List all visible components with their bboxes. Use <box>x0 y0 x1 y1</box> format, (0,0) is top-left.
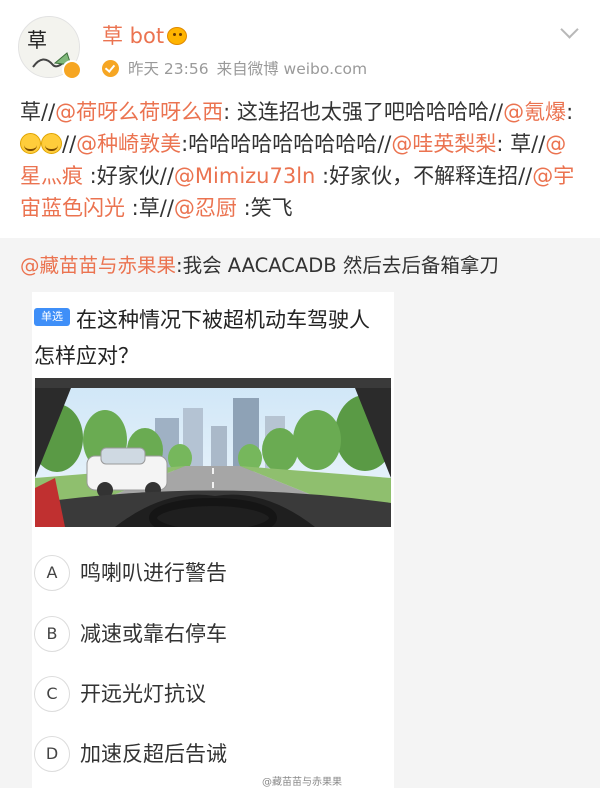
repost-text: @藏苗苗与赤果果:我会 AACACADB 然后去后备箱拿刀 <box>20 252 580 280</box>
user-mention[interactable]: @荷呀么荷呀么西 <box>55 100 223 124</box>
avatar-verified-icon <box>62 60 82 80</box>
laughing-crying-emoji-icon <box>20 133 41 154</box>
verified-icon <box>102 60 119 77</box>
post-text-segment: // <box>62 132 77 156</box>
post-text-segment: : 这连招也太强了吧哈哈哈哈// <box>223 100 504 124</box>
post-meta: 昨天 23:56 来自微博 weibo.com <box>128 58 375 80</box>
user-mention[interactable]: @哇英梨梨 <box>391 132 496 156</box>
user-mention[interactable]: @忍厨 <box>174 196 237 220</box>
laughing-crying-emoji-icon <box>41 133 62 154</box>
post-text-segment: :笑飞 <box>236 196 293 220</box>
option-c[interactable]: C 开远光灯抗议 <box>34 676 384 716</box>
option-letter: A <box>34 555 70 591</box>
post-text-segment: : 草// <box>496 132 546 156</box>
user-mention[interactable]: @种崎敦美 <box>76 132 181 156</box>
crown-face-emoji-icon <box>167 27 187 45</box>
repost-mention[interactable]: @藏苗苗与赤果果 <box>20 254 176 277</box>
post-text-segment: :好家伙// <box>83 164 174 188</box>
repost-content: :我会 AACACADB 然后去后备箱拿刀 <box>176 254 499 277</box>
option-label: 减速或靠右停车 <box>80 622 227 646</box>
post-source[interactable]: 来自微博 weibo.com <box>217 60 368 78</box>
user-mention[interactable]: @Mimizu73ln <box>174 164 315 188</box>
post-text-segment: 草// <box>20 100 56 124</box>
option-letter: B <box>34 616 70 652</box>
post-text: 草//@荷呀么荷呀么西: 这连招也太强了吧哈哈哈哈//@氪爆: //@种崎敦美:哈… <box>20 96 580 224</box>
option-label: 加速反超后告诫 <box>80 742 227 766</box>
post-text-segment: :哈哈哈哈哈哈哈哈哈// <box>181 132 392 156</box>
option-a[interactable]: A 鸣喇叭进行警告 <box>34 555 384 595</box>
quiz-question: 在这种情况下被超机动车驾驶人怎样应对？ <box>34 308 370 368</box>
post-text-segment: :草// <box>125 196 174 220</box>
option-b[interactable]: B 减速或靠右停车 <box>34 616 384 656</box>
driver-view-image[interactable] <box>35 378 391 527</box>
option-letter: D <box>34 736 70 772</box>
svg-text:草: 草 <box>27 28 47 52</box>
option-label: 开远光灯抗议 <box>80 682 206 706</box>
option-d[interactable]: D 加速反超后告诫 <box>34 736 384 776</box>
option-letter: C <box>34 676 70 712</box>
username[interactable]: 草 bot <box>102 22 164 50</box>
image-watermark: @藏苗苗与赤果果 <box>262 777 342 788</box>
road-scene-drawing <box>35 378 391 527</box>
post-text-segment: :好家伙，不解释连招// <box>315 164 533 188</box>
chevron-down-icon[interactable] <box>560 20 579 39</box>
option-label: 鸣喇叭进行警告 <box>80 561 227 585</box>
post-time[interactable]: 昨天 23:56 <box>128 60 209 78</box>
user-mention[interactable]: @氪爆 <box>503 100 566 124</box>
post-text-segment: : <box>566 100 574 124</box>
quiz-type-badge: 单选 <box>34 308 70 326</box>
